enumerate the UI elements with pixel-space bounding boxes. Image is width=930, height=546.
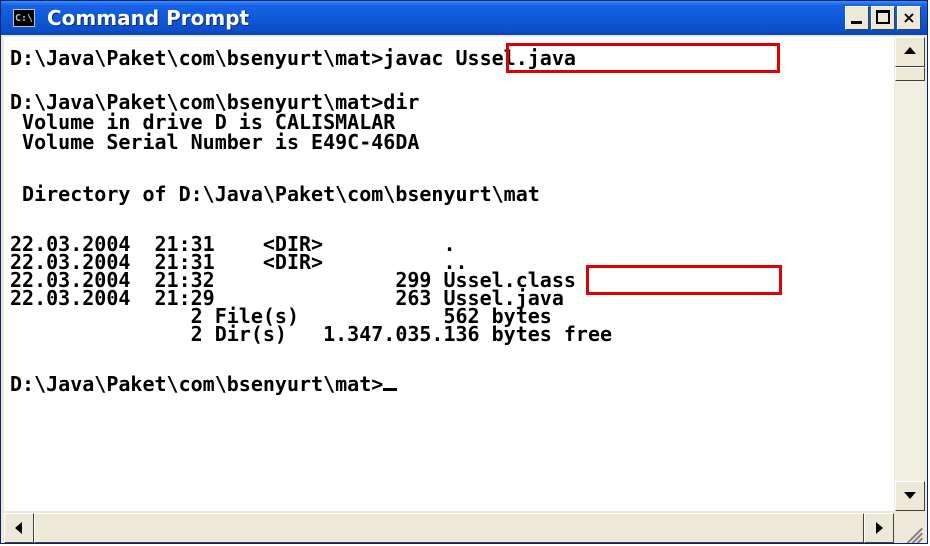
highlight-javac-command <box>506 43 780 73</box>
horizontal-scrollbar[interactable] <box>4 513 894 543</box>
text-cursor <box>383 388 398 391</box>
title-bar[interactable]: C:\ Command Prompt × <box>1 1 927 35</box>
minimize-icon <box>851 21 862 24</box>
vertical-scroll-thumb[interactable] <box>895 67 925 81</box>
scroll-down-button[interactable] <box>895 481 925 511</box>
scroll-left-button[interactable] <box>4 513 34 543</box>
prompt-text: D:\Java\Paket\com\bsenyurt\mat> <box>10 372 384 396</box>
console-output[interactable]: D:\Java\Paket\com\bsenyurt\mat>javac Uss… <box>4 37 894 511</box>
console-line: Directory of D:\Java\Paket\com\bsenyurt\… <box>10 182 540 206</box>
horizontal-scroll-thumb[interactable] <box>34 513 864 543</box>
scroll-up-button[interactable] <box>895 37 925 67</box>
close-icon: × <box>902 8 916 27</box>
arrow-up-icon <box>904 47 916 54</box>
command-prompt-window: C:\ Command Prompt × D:\Java\Paket\com\b… <box>0 0 928 544</box>
console-line: 2 Dir(s) 1.347.035.136 bytes free <box>10 322 613 346</box>
scroll-right-button[interactable] <box>864 513 894 543</box>
close-button[interactable]: × <box>897 6 921 30</box>
title-buttons: × <box>845 6 921 30</box>
minimize-button[interactable] <box>845 6 869 30</box>
prompt-line: D:\Java\Paket\com\bsenyurt\mat> <box>10 372 398 396</box>
arrow-down-icon <box>904 492 916 499</box>
console-line: Volume Serial Number is E49C-46DA <box>10 130 420 154</box>
arrow-left-icon <box>15 522 22 534</box>
maximize-icon <box>876 10 890 24</box>
window-title: Command Prompt <box>47 6 250 30</box>
maximize-button[interactable] <box>871 6 895 30</box>
console-icon[interactable]: C:\ <box>13 9 35 27</box>
vertical-scrollbar[interactable] <box>895 37 925 511</box>
highlight-class-file <box>586 265 782 295</box>
arrow-right-icon <box>876 522 883 534</box>
console-line: D:\Java\Paket\com\bsenyurt\mat>javac Uss… <box>10 46 576 70</box>
resize-grip-icon[interactable] <box>895 513 925 543</box>
